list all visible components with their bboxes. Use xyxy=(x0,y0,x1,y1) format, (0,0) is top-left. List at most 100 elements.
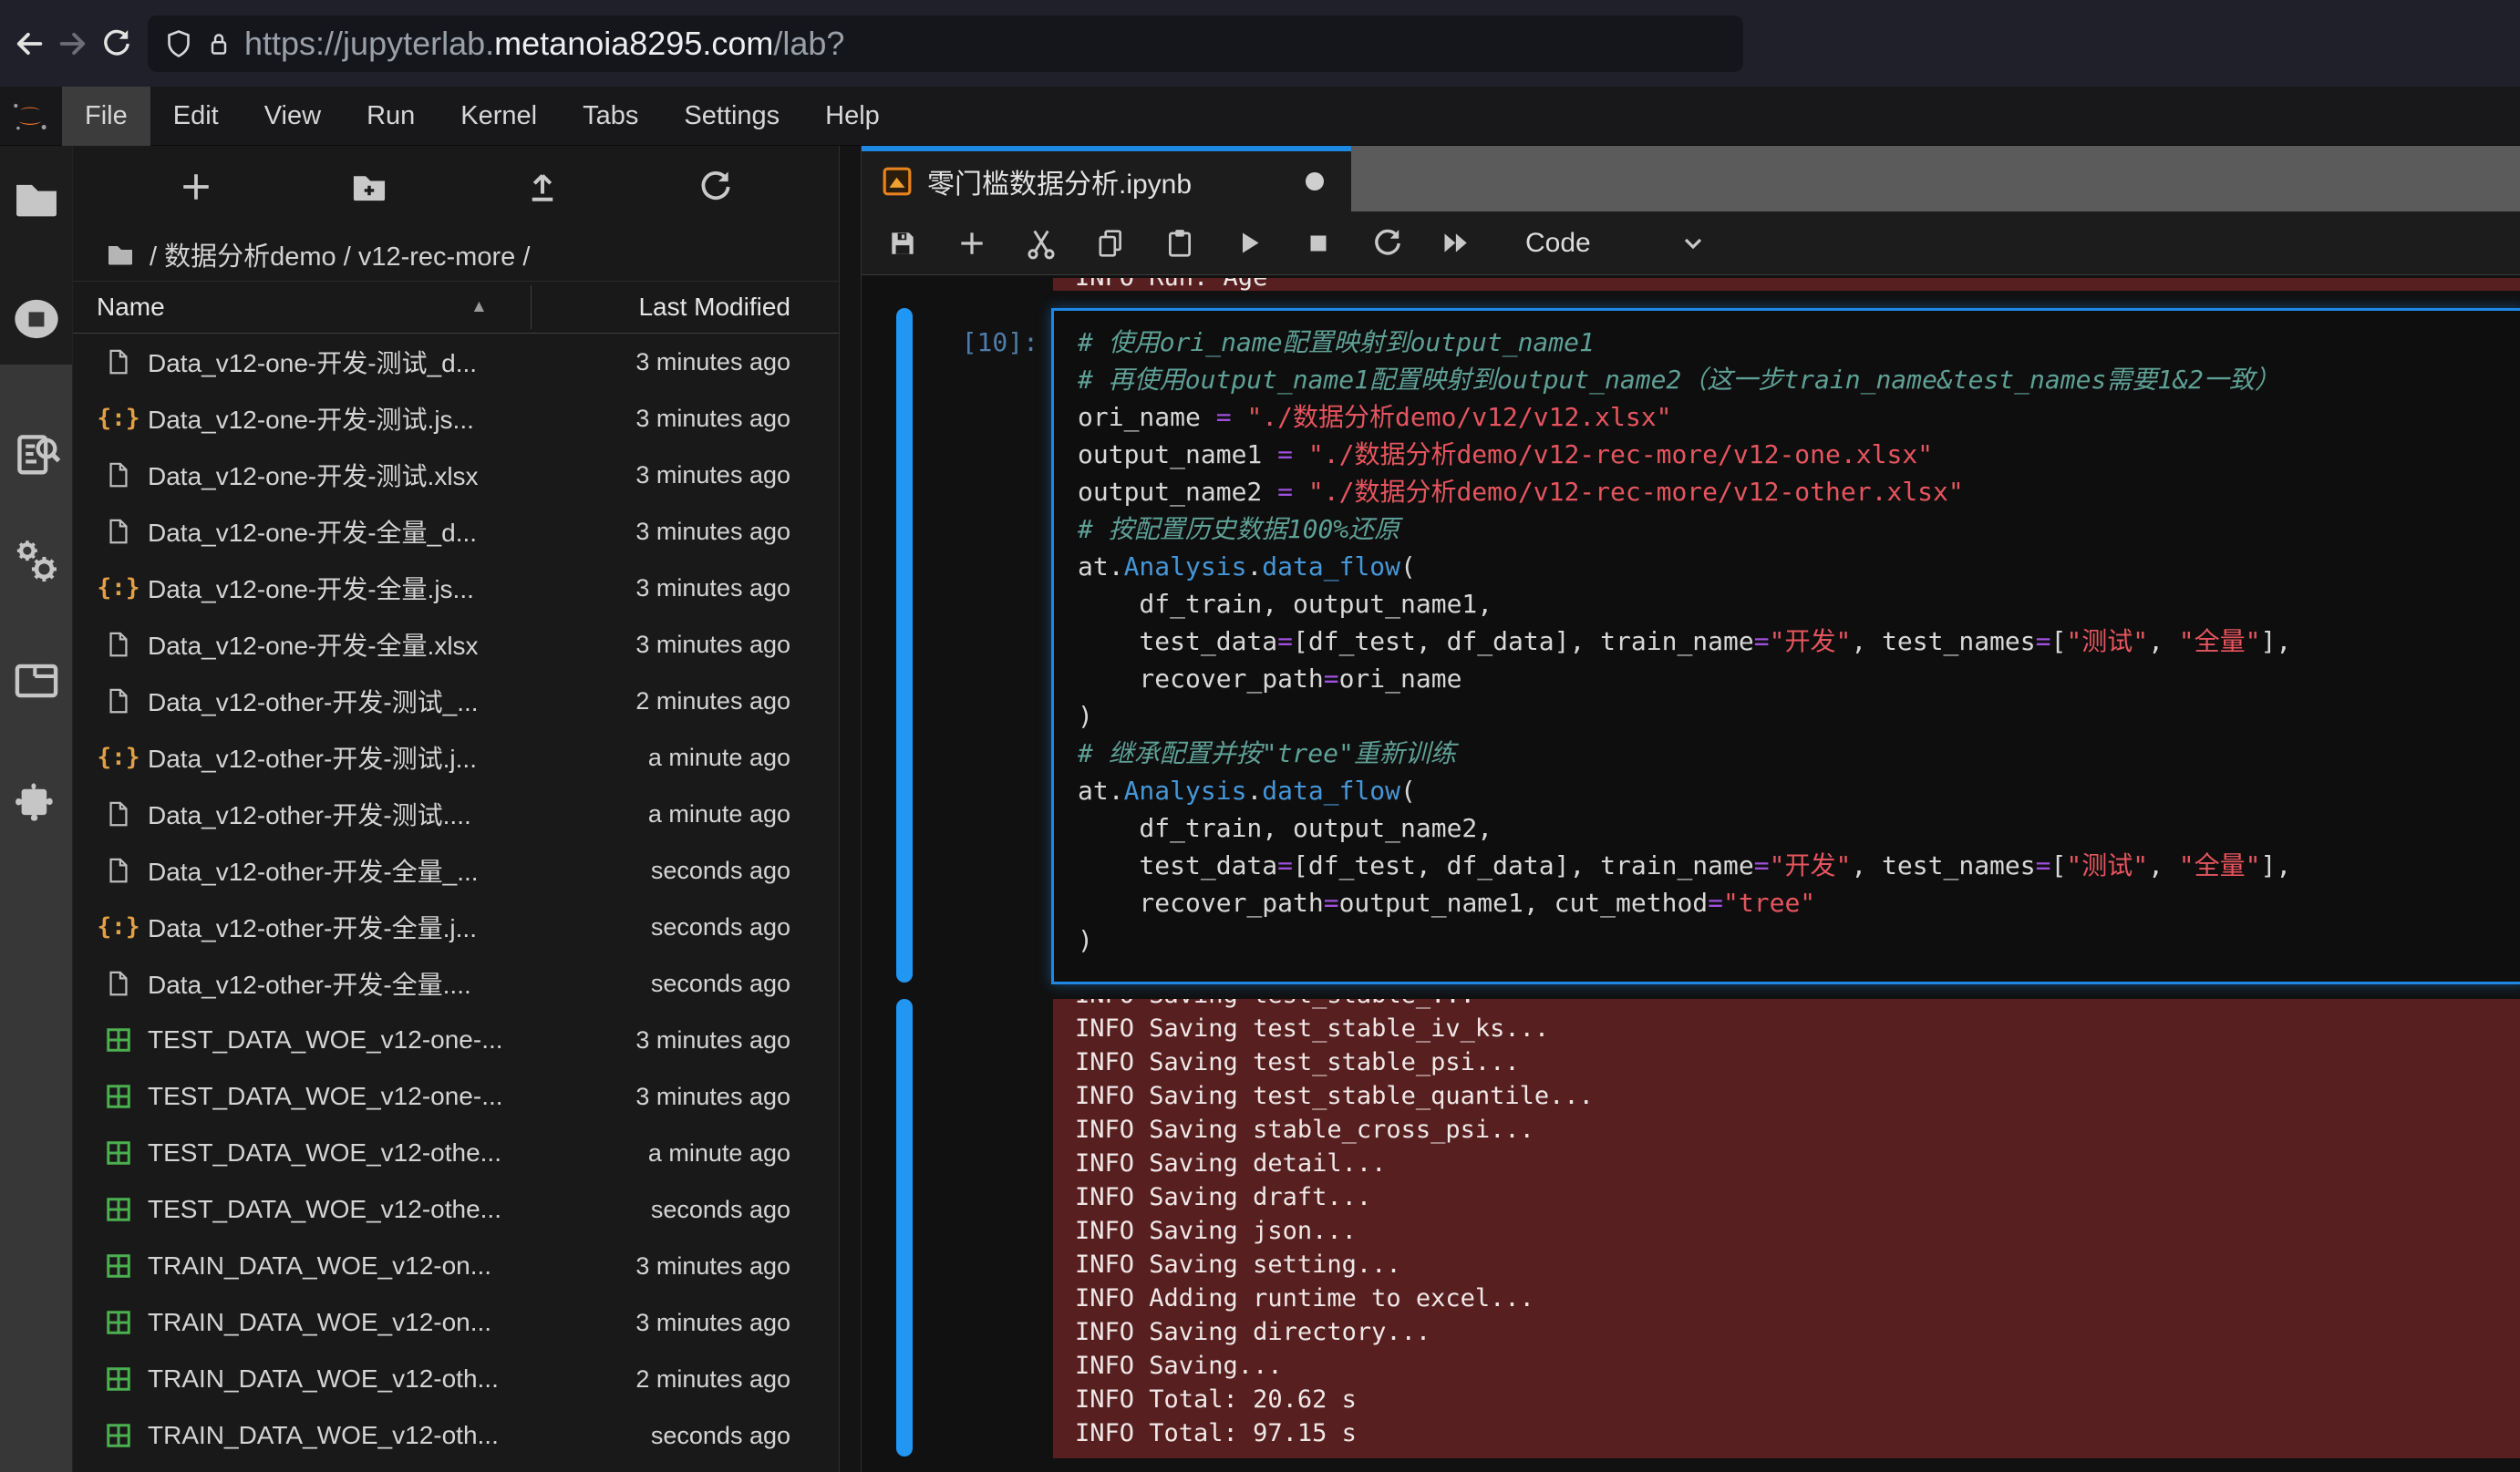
file-row[interactable]: Data_v12-other-开发-全量.... seconds ago xyxy=(73,955,839,1012)
cell-type-dropdown[interactable]: Code xyxy=(1525,228,1591,259)
address-bar[interactable]: https://jupyterlab.metanoia8295.com/lab? xyxy=(148,15,1743,72)
jupyterlab-menubar: FileEditViewRunKernelTabsSettingsHelp xyxy=(0,87,2520,146)
file-modified-time: 3 minutes ago xyxy=(635,1309,790,1337)
output-line: INFO Adding runtime to excel... xyxy=(1075,1282,2520,1315)
menubar-item-run[interactable]: Run xyxy=(344,87,438,146)
file-row[interactable]: TEST_DATA_WOE_v12-one-... 3 minutes ago xyxy=(73,1012,839,1068)
menubar-item-file[interactable]: File xyxy=(62,87,150,146)
code-line: # 使用ori_name配置映射到output_name1 xyxy=(1078,324,2520,361)
code-line: at.Analysis.data_flow( xyxy=(1078,772,2520,809)
file-row[interactable]: {:} Data_v12-other-开发-全量.j... seconds ag… xyxy=(73,899,839,955)
running-kernels-icon[interactable] xyxy=(12,294,61,344)
file-row[interactable]: Data_v12-one-开发-全量_d... 3 minutes ago xyxy=(73,503,839,560)
refresh-icon[interactable] xyxy=(692,163,739,211)
upload-icon[interactable] xyxy=(519,163,566,211)
code-cell-editor[interactable]: # 使用ori_name配置映射到output_name1# 再使用output… xyxy=(1051,308,2520,984)
stop-icon[interactable] xyxy=(1297,222,1339,264)
json-file-icon: {:} xyxy=(103,403,134,434)
new-folder-icon[interactable] xyxy=(346,163,393,211)
file-row[interactable]: TRAIN_DATA_WOE_v12-on... 3 minutes ago xyxy=(73,1238,839,1294)
fast-forward-icon[interactable] xyxy=(1436,222,1478,264)
file-row[interactable]: Data_v12-other-开发-全量_... seconds ago xyxy=(73,842,839,899)
reload-icon[interactable] xyxy=(97,24,137,64)
file-browser-icon[interactable] xyxy=(12,174,61,223)
menubar-item-view[interactable]: View xyxy=(242,87,344,146)
file-name: Data_v12-other-开发-全量.... xyxy=(148,965,471,1002)
file-modified-time: a minute ago xyxy=(648,1139,790,1168)
file-row[interactable]: Data_v12-one-开发-测试.xlsx 3 minutes ago xyxy=(73,447,839,503)
save-icon[interactable] xyxy=(882,222,924,264)
spreadsheet-file-icon xyxy=(103,1081,134,1112)
file-row[interactable]: Data_v12-one-开发-全量.xlsx 3 minutes ago xyxy=(73,616,839,673)
file-row[interactable]: TEST_DATA_WOE_v12-one-... 3 minutes ago xyxy=(73,1068,839,1125)
file-row[interactable]: {:} Data_v12-one-开发-全量.js... 3 minutes a… xyxy=(73,560,839,616)
run-icon[interactable] xyxy=(1228,222,1270,264)
lock-icon[interactable] xyxy=(206,31,232,57)
menubar-item-help[interactable]: Help xyxy=(802,87,903,146)
copy-icon[interactable] xyxy=(1090,222,1131,264)
output-line: INFO Saving stable_cross_psi... xyxy=(1075,1113,2520,1147)
browser-toolbar: https://jupyterlab.metanoia8295.com/lab? xyxy=(0,0,2520,87)
unsaved-changes-dot[interactable] xyxy=(1306,172,1324,190)
open-tabs-icon[interactable] xyxy=(12,656,61,705)
panel-splitter[interactable] xyxy=(839,146,862,1472)
file-list: Data_v12-one-开发-测试_d... 3 minutes ago {:… xyxy=(73,334,839,1472)
extensions-icon[interactable] xyxy=(12,777,61,826)
jupyter-logo-icon xyxy=(9,95,51,137)
forward-icon[interactable] xyxy=(53,24,93,64)
document-file-icon xyxy=(103,798,134,829)
column-header-modified[interactable]: Last Modified xyxy=(638,293,790,322)
inspector-icon[interactable] xyxy=(12,429,61,479)
notebook-file-icon xyxy=(882,166,913,197)
file-row[interactable]: Data_v12-other-开发-测试_... 2 minutes ago xyxy=(73,673,839,729)
home-folder-icon[interactable] xyxy=(106,240,135,269)
output-line: INFO Saving detail... xyxy=(1075,1147,2520,1180)
sort-ascending-icon[interactable]: ▲ xyxy=(470,297,488,317)
file-modified-time: 3 minutes ago xyxy=(635,461,790,489)
file-row[interactable]: TRAIN_DATA_WOE_v12-oth... seconds ago xyxy=(73,1407,839,1464)
output-line-partial: INFO Saving test_stable_... xyxy=(1075,999,2520,1012)
file-modified-time: 3 minutes ago xyxy=(635,1083,790,1111)
new-launcher-icon[interactable] xyxy=(172,163,220,211)
output-collapser[interactable] xyxy=(896,999,913,1457)
cut-icon[interactable] xyxy=(1020,222,1062,264)
chevron-down-icon[interactable] xyxy=(1678,229,1708,258)
file-row[interactable]: Data_v12-one-开发-测试_d... 3 minutes ago xyxy=(73,334,839,390)
settings-gears-icon[interactable] xyxy=(12,537,61,586)
input-collapser[interactable] xyxy=(896,308,913,983)
column-header-name[interactable]: Name xyxy=(97,293,165,322)
paste-icon[interactable] xyxy=(1159,222,1201,264)
file-modified-time: 3 minutes ago xyxy=(635,348,790,376)
file-row[interactable]: {:} Data_v12-other-开发-测试.j... a minute a… xyxy=(73,729,839,786)
file-modified-time: seconds ago xyxy=(651,1422,790,1450)
notebook-toolbar: Code xyxy=(862,211,2520,275)
file-row[interactable]: TEST_DATA_WOE_v12-othe... seconds ago xyxy=(73,1181,839,1238)
file-row[interactable]: TEST_DATA_WOE_v12-othe... a minute ago xyxy=(73,1125,839,1181)
file-name: TEST_DATA_WOE_v12-one-... xyxy=(148,1025,503,1055)
file-row[interactable]: TRAIN_DATA_WOE_v12-on... 3 minutes ago xyxy=(73,1294,839,1351)
document-file-icon xyxy=(103,968,134,999)
file-modified-time: seconds ago xyxy=(651,970,790,998)
activity-bar xyxy=(0,146,73,1472)
menubar-item-tabs[interactable]: Tabs xyxy=(560,87,661,146)
output-line: INFO Saving... xyxy=(1075,1349,2520,1383)
add-cell-icon[interactable] xyxy=(951,222,993,264)
file-row[interactable]: {:} Data_v12-one-开发-测试.js... 3 minutes a… xyxy=(73,390,839,447)
code-line: recover_path=ori_name xyxy=(1078,660,2520,697)
shield-icon[interactable] xyxy=(164,29,193,58)
json-file-icon: {:} xyxy=(103,911,134,942)
spreadsheet-file-icon xyxy=(103,1251,134,1282)
menubar-item-kernel[interactable]: Kernel xyxy=(438,87,560,146)
back-icon[interactable] xyxy=(9,24,49,64)
menubar-item-edit[interactable]: Edit xyxy=(150,87,242,146)
file-modified-time: 3 minutes ago xyxy=(635,1026,790,1055)
file-modified-time: 3 minutes ago xyxy=(635,631,790,659)
restart-icon[interactable] xyxy=(1367,222,1409,264)
breadcrumb[interactable]: / 数据分析demo / v12-rec-more / xyxy=(73,228,839,281)
breadcrumb-path[interactable]: / 数据分析demo / v12-rec-more / xyxy=(150,235,530,273)
file-row[interactable]: TRAIN_DATA_WOE_v12-oth... 2 minutes ago xyxy=(73,1351,839,1407)
menubar-item-settings[interactable]: Settings xyxy=(661,87,802,146)
code-line: output_name2 = "./数据分析demo/v12-rec-more/… xyxy=(1078,473,2520,510)
file-row[interactable]: Data_v12-other-开发-测试.... a minute ago xyxy=(73,786,839,842)
notebook-tab[interactable]: 零门槛数据分析.ipynb xyxy=(862,146,1351,211)
